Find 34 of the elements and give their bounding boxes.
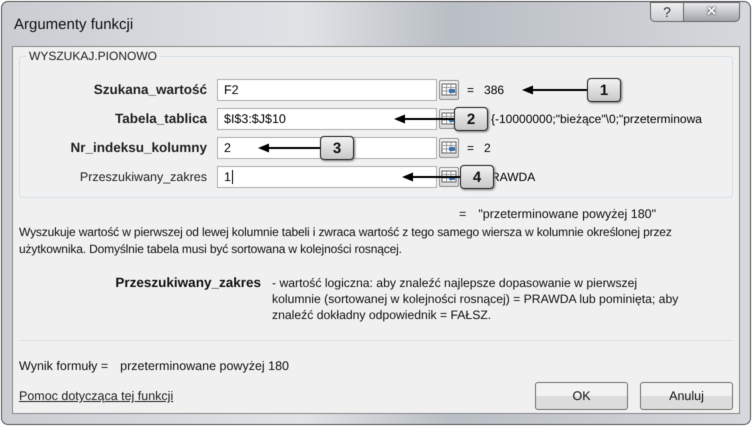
argument-result: 386: [484, 82, 504, 96]
arrow: [258, 142, 320, 154]
help-button[interactable]: ?: [650, 2, 684, 22]
callout-number: 3: [320, 136, 354, 160]
argument-description: - wartość logiczna: aby znaleźć najlepsze dopasowanie w pierwszej kolumnie (sortowanej w kolejności rosnącej) = PRAWDA lub pominięta; aby znaleźć dokładny odpowiednik = FAŁSZ.: [272, 275, 680, 323]
argument-label: Szukana_wartość: [94, 82, 207, 97]
input-field[interactable]: F2: [217, 78, 437, 100]
argument-label: Nr_indeksu_kolumny: [70, 140, 207, 155]
formula-result: przeterminowane powyżej 180: [120, 359, 289, 373]
argument-label: Przeszukiwany_zakres: [80, 170, 207, 184]
collapse-dialog-button[interactable]: [439, 166, 459, 186]
argument-result: {-10000000;"bieżące"\0;"przeterminowa: [491, 112, 702, 126]
arrow: [394, 113, 454, 125]
ok-button[interactable]: OK: [535, 382, 628, 410]
group-label: WYSZUKAJ.PIONOWO: [26, 49, 160, 63]
callout-number: 4: [460, 165, 494, 189]
function-description: Wyszukuje wartość w pierwszej od lewej kolumnie tabeli i zwraca wartość z tego samego wiersza w kolumnie określonej przez użytkownika. Domyślnie tabela musi być sortowana w kolejności rosnącej.: [19, 224, 673, 258]
argument-name: Przeszukiwany_zakres: [114, 275, 262, 292]
formula-result-label: Wynik formuły =: [19, 359, 108, 373]
equals-sign: =: [467, 82, 474, 96]
equals-sign: =: [459, 207, 466, 221]
argument-result: 2: [484, 140, 491, 154]
arrow: [402, 171, 460, 183]
help-link[interactable]: Pomoc dotycząca tej funkcji: [19, 389, 174, 403]
callout-number: 1: [587, 78, 621, 102]
equals-sign: =: [467, 140, 474, 154]
input-field[interactable]: $I$3:$J$10: [217, 108, 437, 130]
cancel-button[interactable]: Anuluj: [640, 382, 733, 410]
arrow: [522, 84, 587, 96]
argument-label: Tabela_tablica: [114, 111, 207, 126]
input-field[interactable]: 1: [217, 166, 437, 188]
callout-number: 2: [454, 107, 488, 131]
function-result: "przeterminowane powyżej 180": [478, 207, 656, 221]
window-title: Argumenty funkcji: [14, 16, 134, 32]
